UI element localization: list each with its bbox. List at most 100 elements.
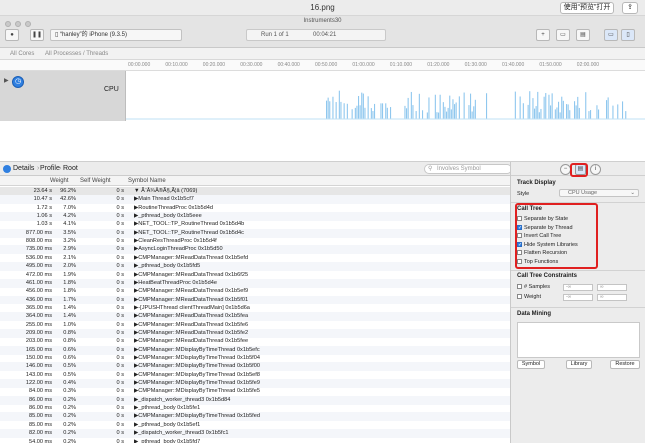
cpu-sample-bar [385, 103, 387, 119]
cpu-sample-bar [534, 108, 536, 119]
run-label: Run 1 of 1 [261, 32, 289, 38]
library-mining-button[interactable]: Library [566, 360, 592, 369]
column-self-weight[interactable]: Self Weight [80, 178, 111, 184]
cpu-sample-bar [361, 92, 363, 119]
cpu-sample-bar [529, 91, 531, 119]
track-display-heading: Track Display [517, 180, 556, 186]
filter-input[interactable]: ⚲ Involves Symbol [424, 164, 512, 174]
cpu-sample-bar [362, 93, 364, 119]
cpu-sample-bar [446, 111, 448, 119]
column-weight[interactable]: Weight [50, 178, 69, 184]
scope-all-cores[interactable]: All Cores [10, 51, 34, 57]
add-instrument-button[interactable]: + [536, 29, 550, 41]
breadcrumb-details[interactable]: Details [13, 165, 34, 172]
cpu-sample-bar [412, 105, 414, 119]
extended-detail-tab[interactable]: i [590, 164, 601, 175]
display-tab-highlight-box [570, 163, 588, 177]
cpu-sample-bar [358, 95, 360, 119]
pause-button[interactable]: ❚❚ [30, 29, 44, 41]
samples-min-field[interactable]: -∞ [563, 284, 593, 291]
table-row[interactable]: 54.00 ms 0.2% 0 s ▶_pthread_body 0x1b5fd7 [0, 438, 510, 443]
record-button[interactable]: ● [5, 29, 19, 41]
samples-label: # Samples [524, 284, 550, 290]
weight-max-field[interactable]: ∞ [597, 294, 627, 301]
library-button[interactable]: ▭ [556, 29, 570, 41]
cpu-sample-bar [351, 109, 353, 119]
cpu-sample-bar [343, 103, 345, 119]
cpu-sample-bar [468, 105, 470, 119]
run-time: 00:04:21 [313, 32, 337, 38]
cpu-sample-bar [329, 101, 331, 119]
cpu-sample-bar [575, 105, 577, 119]
cpu-sample-bar [404, 105, 406, 119]
timeline-ruler[interactable]: 00:00.000 00:10.000 00:20.000 00:30.000 00:4… [0, 60, 645, 71]
samples-constraint[interactable]: # Samples [517, 284, 550, 290]
cpu-sample-bar [390, 107, 392, 119]
cpu-sample-bar [522, 103, 524, 119]
cpu-sample-bar [438, 112, 440, 119]
ruler-tick: 00:50.000 [315, 62, 338, 68]
weight-checkbox[interactable] [517, 294, 522, 300]
weight-constraint[interactable]: Weight [517, 294, 541, 300]
instruments-window: 16.png 使用“预览”打开 ⇪ Instruments30 ● ❚❚ ▯ “… [0, 0, 645, 443]
column-symbol-name[interactable]: Symbol Name [128, 178, 166, 184]
cpu-sample-bar [447, 107, 449, 119]
open-in-preview-button[interactable]: 使用“预览”打开 [560, 2, 614, 14]
cpu-sample-bar [455, 102, 457, 119]
breadcrumb-profile[interactable]: Profile [40, 165, 60, 172]
cpu-sample-bar [562, 100, 564, 119]
cpu-sample-bar [444, 106, 446, 119]
cpu-sample-bar [527, 104, 529, 119]
breadcrumb-root[interactable]: Root [63, 165, 78, 172]
cpu-sample-bar [458, 96, 460, 119]
cpu-sample-bar [370, 108, 372, 119]
scope-all-processes[interactable]: All Processes / Threads [45, 51, 108, 57]
cpu-sample-bar [548, 94, 550, 119]
toggle-inspector-button[interactable]: ▯ [621, 29, 635, 41]
cpu-sample-bar [463, 92, 465, 119]
table-header: Weight Self Weight Symbol Name [0, 176, 510, 186]
cpu-sample-bar [545, 93, 547, 119]
symbol-button[interactable]: Symbol [517, 360, 545, 369]
view-button[interactable]: ▤ [576, 29, 590, 41]
cpu-sample-bar [340, 101, 342, 119]
share-button[interactable]: ⇪ [622, 2, 638, 14]
weight-cell: 54.00 ms [28, 438, 52, 443]
weight-min-field[interactable]: -∞ [563, 294, 593, 301]
style-popup[interactable]: CPU Usage ⌄ [559, 189, 639, 197]
cpu-sample-bar [559, 112, 561, 119]
cpu-sample-bar [558, 101, 560, 119]
cpu-track-label: CPU [104, 86, 119, 93]
cpu-sample-bar [612, 105, 614, 119]
ruler-tick: 01:50.000 [539, 62, 562, 68]
cpu-track-graph[interactable] [126, 71, 645, 121]
cpu-sample-bar [551, 93, 553, 119]
cpu-track-header[interactable]: ▶ ◷ CPU [0, 71, 126, 121]
data-mining-list[interactable] [517, 322, 640, 358]
cpu-sample-bar [439, 94, 441, 119]
cpu-sample-bar [519, 96, 521, 119]
cpu-sample-bar [598, 109, 600, 119]
cpu-sample-bar [428, 97, 430, 119]
device-selector[interactable]: ▯ “hanley”的 iPhone (9.3.5) [50, 29, 182, 41]
restore-button[interactable]: Restore [610, 360, 640, 369]
cpu-sample-bar [486, 93, 488, 119]
samples-checkbox[interactable] [517, 284, 522, 290]
cpu-sample-bar [473, 106, 475, 119]
cpu-sample-bar [590, 110, 592, 119]
toggle-detail-button[interactable]: ▭ [604, 29, 618, 41]
toolbar: Instruments30 ● ❚❚ ▯ “hanley”的 iPhone (9… [0, 16, 645, 48]
cpu-sample-bar [617, 104, 619, 119]
ruler-tick: 02:00.000 [576, 62, 600, 68]
cpu-sample-bar [346, 103, 348, 119]
disclosure-triangle-icon[interactable]: ▶ [4, 77, 9, 84]
samples-max-field[interactable]: ∞ [597, 284, 627, 291]
cpu-sample-bar [578, 107, 580, 119]
cpu-sample-bar [386, 107, 388, 119]
detail-navigation-bar: Details › Profile › Root ⚲ Involves Symb… [0, 162, 512, 176]
empty-track-area [0, 121, 645, 162]
plus-icon: + [541, 32, 545, 38]
cpu-sample-bar [436, 112, 438, 119]
filter-placeholder: Involves Symbol [437, 166, 481, 172]
cpu-sample-bar [380, 103, 382, 119]
